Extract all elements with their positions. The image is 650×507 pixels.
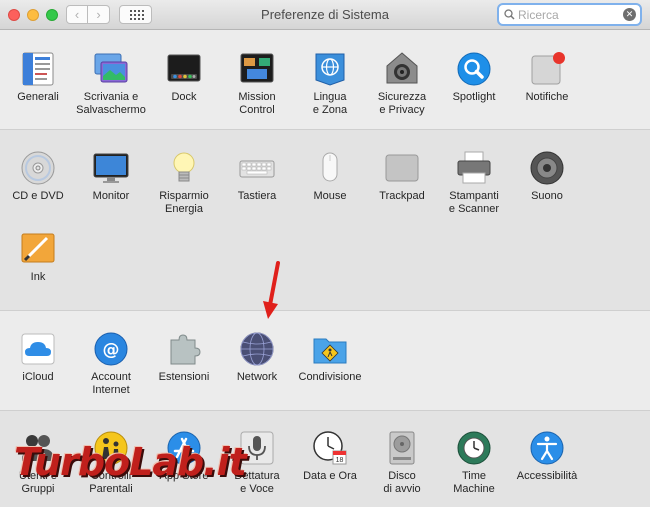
search-icon xyxy=(504,9,515,20)
pane-label: Suono xyxy=(531,190,563,202)
pane-suono[interactable]: Suono xyxy=(507,149,587,203)
icloud-icon xyxy=(21,333,55,365)
pane-label: Condivisione xyxy=(298,371,362,383)
svg-text:18: 18 xyxy=(336,457,344,464)
pane-sicurezza[interactable]: Sicurezza e Privacy xyxy=(362,50,442,116)
cd-dvd-icon xyxy=(21,151,55,185)
pane-monitor[interactable]: Monitor xyxy=(71,149,151,203)
pane-risparmio[interactable]: Risparmio Energia xyxy=(144,149,224,215)
svg-text:@: @ xyxy=(103,340,120,360)
network-icon xyxy=(240,332,274,366)
pane-trackpad[interactable]: Trackpad xyxy=(362,149,442,203)
pane-generali[interactable]: Generali xyxy=(0,50,78,104)
pane-network[interactable]: Network xyxy=(217,330,297,384)
pane-spotlight[interactable]: Spotlight xyxy=(434,50,514,104)
pane-condivisione[interactable]: Condivisione xyxy=(290,330,370,384)
pane-label: Scrivania e Salvaschermo xyxy=(76,91,146,116)
pane-notifiche[interactable]: Notifiche xyxy=(507,50,587,104)
accessibility-icon xyxy=(530,431,564,465)
chevron-right-icon: › xyxy=(96,7,101,22)
pane-label: Accessibilità xyxy=(516,470,578,482)
pane-label: Time Machine xyxy=(453,470,495,495)
pane-label: Stampanti e Scanner xyxy=(448,190,500,215)
startup-disk-icon xyxy=(389,431,415,465)
title-bar: ‹ › Preferenze di Sistema ✕ xyxy=(0,0,650,30)
mouse-icon xyxy=(322,152,338,182)
ink-icon xyxy=(21,233,55,263)
pane-label: Spotlight xyxy=(452,91,496,103)
trackpad-icon xyxy=(385,154,419,182)
zoom-window-button[interactable] xyxy=(46,9,58,21)
pane-time-machine[interactable]: Time Machine xyxy=(434,429,514,495)
date-time-icon: 18 xyxy=(313,431,347,465)
show-all-button[interactable] xyxy=(119,5,152,24)
pane-label: Generali xyxy=(17,91,59,103)
pane-label: Notifiche xyxy=(525,91,569,103)
pane-icloud[interactable]: iCloud xyxy=(0,330,78,384)
pane-label: Network xyxy=(236,371,278,383)
close-window-button[interactable] xyxy=(8,9,20,21)
pane-label: Data e Ora xyxy=(303,470,357,482)
internet-accounts-icon: @ xyxy=(94,332,128,366)
printer-scanner-icon xyxy=(457,151,491,184)
pane-disco-avvio[interactable]: Disco di avvio xyxy=(362,429,442,495)
pane-label: Monitor xyxy=(92,190,130,202)
pane-stampanti[interactable]: Stampanti e Scanner xyxy=(434,149,514,215)
minimize-window-button[interactable] xyxy=(27,9,39,21)
pane-ink[interactable]: Ink xyxy=(0,230,78,284)
pane-mouse[interactable]: Mouse xyxy=(290,149,370,203)
generali-icon xyxy=(22,52,54,86)
pane-cd-dvd[interactable]: CD e DVD xyxy=(0,149,78,203)
dock-icon xyxy=(167,54,201,82)
pane-label: Account Internet xyxy=(91,371,131,396)
pane-label: Lingua e Zona xyxy=(312,91,348,116)
pane-label: Disco di avvio xyxy=(383,470,421,495)
sharing-icon xyxy=(313,338,347,364)
pane-account-internet[interactable]: @ Account Internet xyxy=(71,330,151,396)
pane-label: Risparmio Energia xyxy=(159,190,209,215)
chevron-left-icon: ‹ xyxy=(74,7,80,22)
keyboard-icon xyxy=(239,160,275,178)
monitor-icon xyxy=(93,153,129,183)
clear-search-icon[interactable]: ✕ xyxy=(623,8,636,21)
pane-label: iCloud xyxy=(22,371,54,383)
pane-data-ora[interactable]: 18 Data e Ora xyxy=(290,429,370,483)
pane-label: Tastiera xyxy=(237,190,277,202)
notifications-icon xyxy=(531,52,565,85)
pane-label: Trackpad xyxy=(379,190,425,202)
pane-label: Ink xyxy=(30,271,46,283)
security-privacy-icon xyxy=(386,52,418,84)
pane-scrivania[interactable]: Scrivania e Salvaschermo xyxy=(71,50,151,116)
back-button[interactable]: ‹ xyxy=(66,5,88,24)
sound-icon xyxy=(530,151,564,185)
energy-saver-icon xyxy=(173,152,195,182)
pane-dock[interactable]: Dock xyxy=(144,50,224,104)
forward-button[interactable]: › xyxy=(88,5,110,24)
pane-estensioni[interactable]: Estensioni xyxy=(144,330,224,384)
pane-label: Mouse xyxy=(313,190,347,202)
time-machine-icon xyxy=(457,431,491,465)
pane-label: Mission Control xyxy=(238,91,276,116)
extensions-icon xyxy=(170,334,201,365)
search-field[interactable]: ✕ xyxy=(497,3,642,26)
annotation-arrow-icon xyxy=(263,261,280,319)
search-input[interactable] xyxy=(518,6,618,23)
pane-label: Dock xyxy=(171,91,197,103)
spotlight-icon xyxy=(457,52,491,86)
pane-lingua[interactable]: Lingua e Zona xyxy=(290,50,370,116)
desktop-screensaver-icon xyxy=(94,53,128,83)
language-region-icon xyxy=(315,53,345,86)
pane-label: CD e DVD xyxy=(12,190,64,202)
mission-control-icon xyxy=(240,53,274,83)
pane-label: Sicurezza e Privacy xyxy=(377,91,427,116)
pane-tastiera[interactable]: Tastiera xyxy=(217,149,297,203)
pane-mission-control[interactable]: Mission Control xyxy=(217,50,297,116)
watermark: TurboLab.it xyxy=(14,440,247,484)
pane-accessibilita[interactable]: Accessibilità xyxy=(507,429,587,483)
pane-label: Estensioni xyxy=(158,371,210,383)
